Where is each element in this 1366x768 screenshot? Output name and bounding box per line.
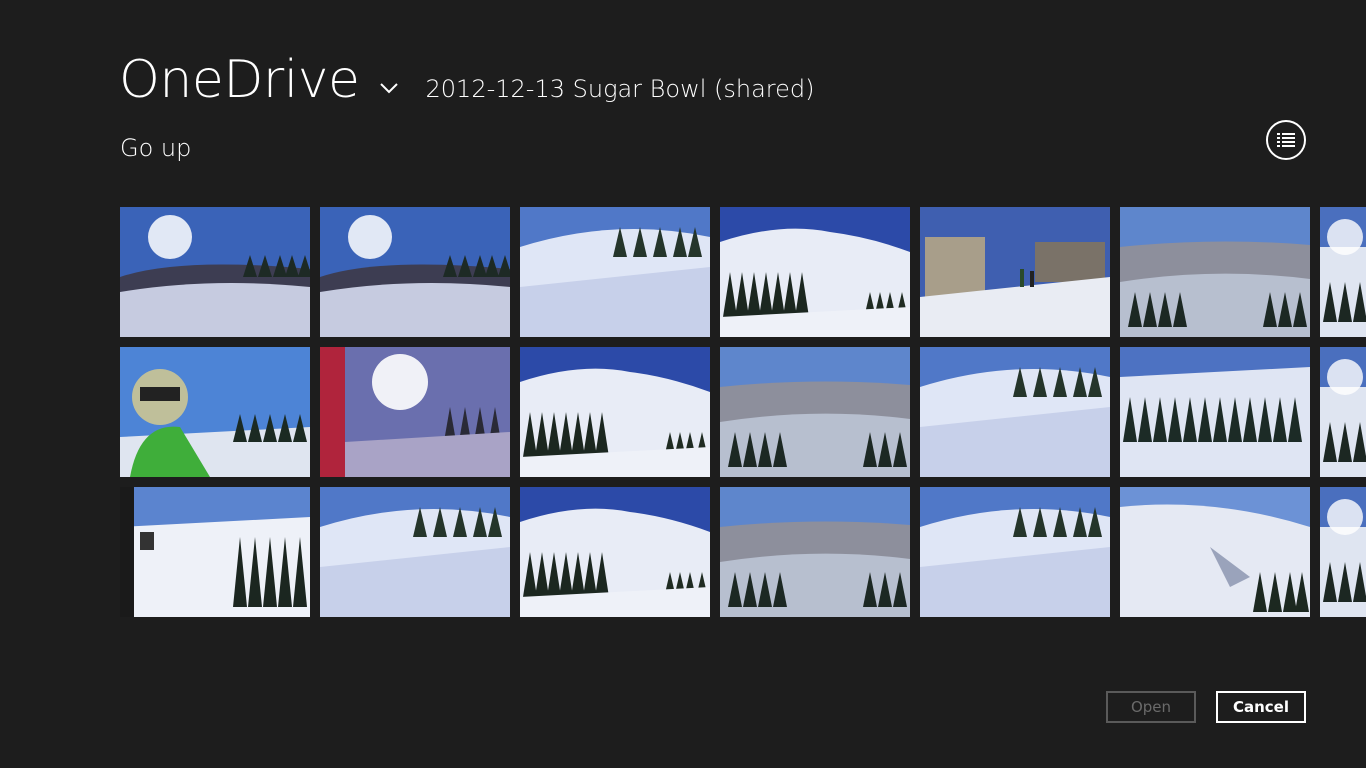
photo-thumbnail[interactable] bbox=[520, 207, 710, 337]
photo-image bbox=[520, 207, 710, 337]
photo-thumbnail[interactable] bbox=[1120, 207, 1310, 337]
photo-image bbox=[520, 347, 710, 477]
photo-image bbox=[920, 347, 1110, 477]
photo-thumbnail[interactable] bbox=[1120, 347, 1310, 477]
photo-thumbnail[interactable] bbox=[120, 347, 310, 477]
list-view-button[interactable] bbox=[1266, 120, 1306, 160]
photo-image bbox=[320, 487, 510, 617]
photo-thumbnail[interactable] bbox=[920, 207, 1110, 337]
photo-thumbnail[interactable] bbox=[920, 487, 1110, 617]
photo-image bbox=[120, 487, 310, 617]
photo-thumbnail[interactable] bbox=[520, 347, 710, 477]
photo-image bbox=[120, 207, 310, 337]
open-button[interactable]: Open bbox=[1106, 691, 1196, 723]
photo-image bbox=[1120, 487, 1310, 617]
location-title[interactable]: OneDrive bbox=[119, 48, 360, 112]
photo-row bbox=[120, 207, 1366, 337]
photo-grid bbox=[120, 207, 1366, 617]
photo-thumbnail[interactable] bbox=[1120, 487, 1310, 617]
photo-thumbnail[interactable] bbox=[720, 487, 910, 617]
photo-image bbox=[520, 487, 710, 617]
photo-image bbox=[120, 347, 310, 477]
photo-thumbnail[interactable] bbox=[120, 207, 310, 337]
cancel-button[interactable]: Cancel bbox=[1216, 691, 1306, 723]
list-view-icon bbox=[1277, 133, 1295, 147]
photo-image bbox=[720, 207, 910, 337]
photo-image bbox=[1320, 347, 1366, 477]
photo-thumbnail[interactable] bbox=[720, 347, 910, 477]
folder-name: 2012-12-13 Sugar Bowl (shared) bbox=[425, 75, 815, 103]
photo-image bbox=[1320, 207, 1366, 337]
photo-row bbox=[120, 487, 1366, 617]
photo-row bbox=[120, 347, 1366, 477]
photo-image bbox=[320, 207, 510, 337]
photo-thumbnail[interactable] bbox=[320, 487, 510, 617]
photo-thumbnail[interactable] bbox=[720, 207, 910, 337]
photo-image bbox=[1120, 207, 1310, 337]
photo-image bbox=[1120, 347, 1310, 477]
photo-thumbnail[interactable] bbox=[120, 487, 310, 617]
photo-image bbox=[720, 347, 910, 477]
photo-thumbnail[interactable] bbox=[1320, 207, 1366, 337]
photo-thumbnail[interactable] bbox=[320, 347, 510, 477]
go-up-link[interactable]: Go up bbox=[120, 134, 191, 162]
header: OneDrive 2012-12-13 Sugar Bowl (shared) bbox=[119, 48, 814, 112]
photo-thumbnail[interactable] bbox=[320, 207, 510, 337]
photo-thumbnail[interactable] bbox=[1320, 347, 1366, 477]
photo-image bbox=[1320, 487, 1366, 617]
photo-thumbnail[interactable] bbox=[920, 347, 1110, 477]
chevron-down-icon[interactable] bbox=[378, 81, 400, 95]
photo-image bbox=[320, 347, 510, 477]
photo-image bbox=[920, 207, 1110, 337]
photo-image bbox=[720, 487, 910, 617]
photo-thumbnail[interactable] bbox=[520, 487, 710, 617]
photo-image bbox=[920, 487, 1110, 617]
photo-thumbnail[interactable] bbox=[1320, 487, 1366, 617]
